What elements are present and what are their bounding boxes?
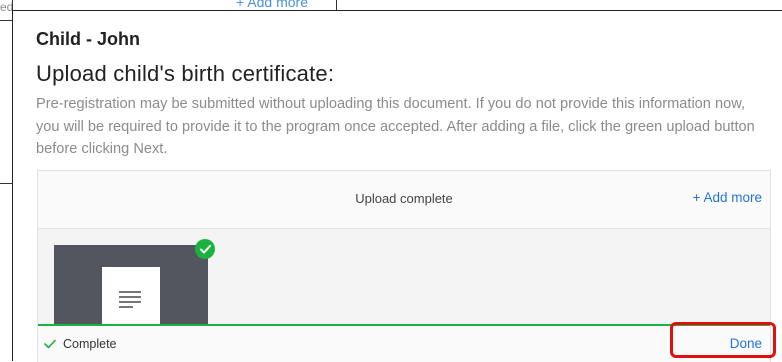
- complete-status: Complete: [44, 337, 117, 351]
- upload-status: Upload complete: [355, 191, 453, 206]
- complete-label: Complete: [63, 337, 117, 351]
- document-icon: [102, 267, 160, 325]
- instructions-text: Pre-registration may be submitted withou…: [36, 96, 755, 157]
- page-title: Upload child's birth certificate:: [36, 61, 335, 86]
- child-label: Child - John: [36, 29, 140, 49]
- check-circle-icon: [195, 239, 215, 259]
- uploader-footer: Complete Done: [38, 326, 770, 362]
- plus-icon: +: [692, 190, 701, 205]
- background-divider: [0, 20, 12, 21]
- add-more-button[interactable]: + Add more: [693, 190, 762, 205]
- add-more-label: Add more: [703, 190, 762, 205]
- background-border: [12, 0, 13, 10]
- background-border: [336, 0, 337, 10]
- upload-modal: Child - John Upload child's birth certif…: [12, 10, 782, 362]
- highlight-box: [670, 322, 776, 358]
- background-divider: [0, 183, 12, 184]
- file-uploader: Upload complete + Add more Complete Done: [37, 170, 771, 362]
- file-thumbnail[interactable]: [54, 245, 208, 325]
- uploader-status-bar: Upload complete + Add more: [38, 171, 770, 229]
- background-add-more-link: + Add more: [236, 0, 308, 10]
- check-icon: [44, 339, 56, 349]
